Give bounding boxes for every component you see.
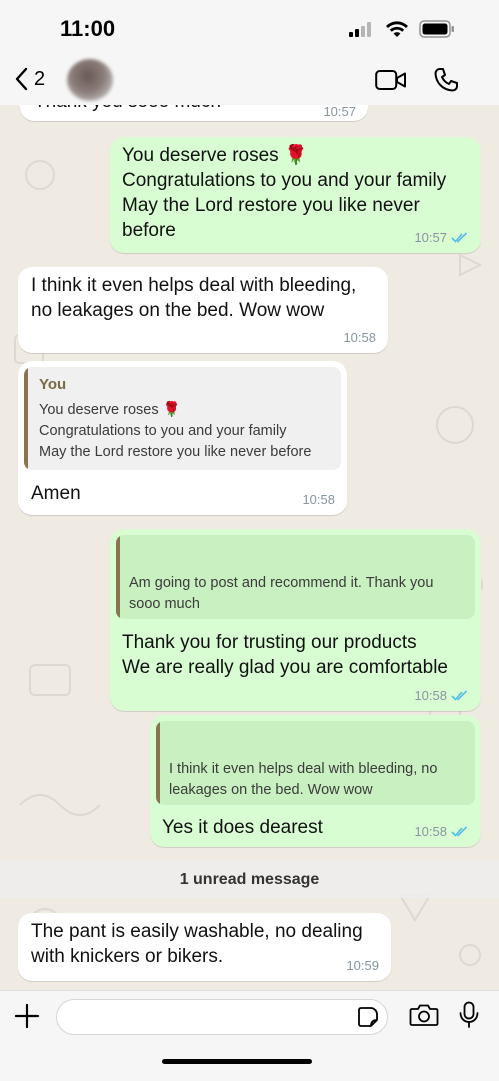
message-text: You deserve roses 🌹 Congratulations to y… (122, 145, 447, 241)
message-input[interactable] (56, 999, 388, 1035)
quote-text: You deserve roses 🌹 Congratulations to y… (39, 402, 312, 460)
signal-icon (349, 22, 371, 37)
message-time: 10:57 (414, 230, 447, 245)
message-meta: 10:58 (343, 330, 376, 345)
message-bubble-incoming[interactable]: The pant is easily washable, no dealing … (18, 913, 391, 981)
message-composer (0, 990, 499, 1081)
home-indicator (162, 1059, 312, 1064)
sticker-icon[interactable] (357, 1006, 379, 1028)
unread-divider-label: 1 unread message (179, 871, 320, 888)
wifi-icon (386, 21, 408, 37)
battery-icon (419, 20, 454, 38)
message-time: 10:58 (302, 492, 335, 507)
chevron-left-icon (15, 67, 28, 91)
message-meta: 10:59 (346, 958, 379, 973)
unread-chats-count: 2 (34, 67, 46, 90)
quote-text: I think it even helps deal with bleeding… (169, 761, 438, 798)
microphone-icon[interactable] (458, 1001, 480, 1029)
quote-bar (116, 535, 120, 619)
back-button[interactable]: 2 (14, 67, 45, 91)
camera-icon[interactable] (409, 1003, 439, 1027)
message-bubble-outgoing-reply[interactable]: I think it even helps deal with bleeding… (150, 715, 481, 847)
message-time: 10:59 (346, 958, 379, 973)
read-ticks-icon (451, 690, 468, 701)
status-bar: 11:00 (0, 0, 499, 55)
quote-bar (24, 367, 28, 470)
quote-author: You (39, 376, 67, 393)
read-ticks-icon (451, 826, 468, 837)
phone-icon[interactable] (433, 67, 459, 93)
message-meta: 10:58 (414, 688, 469, 703)
contact-avatar[interactable] (67, 59, 113, 101)
message-list[interactable]: Thank you sooo much 10:57 You deserve ro… (0, 105, 499, 990)
video-call-icon[interactable] (375, 69, 407, 91)
message-bubble-incoming[interactable]: I think it even helps deal with bleeding… (18, 267, 388, 353)
message-text: Yes it does dearest (162, 817, 323, 838)
quoted-message[interactable]: I think it even helps deal with bleeding… (156, 721, 475, 805)
message-meta: 10:57 (323, 105, 356, 119)
quoted-message[interactable]: You You deserve roses 🌹 Congratulations … (24, 367, 341, 470)
message-bubble-incoming[interactable]: Thank you sooo much 10:57 (20, 105, 368, 121)
message-time: 10:58 (414, 824, 447, 839)
message-time: 10:57 (323, 105, 356, 119)
message-time: 10:58 (414, 688, 447, 703)
quote-bar (156, 721, 160, 805)
read-ticks-icon (451, 232, 468, 243)
message-text: I think it even helps deal with bleeding… (31, 275, 357, 321)
message-meta: 10:57 (414, 230, 469, 245)
chat-header: 2 (0, 55, 499, 105)
plus-icon[interactable] (14, 1003, 40, 1029)
quote-text: Am going to post and recommend it. Thank… (129, 575, 434, 612)
quoted-message[interactable]: Am going to post and recommend it. Thank… (116, 535, 475, 619)
message-text: Thank you sooo much (34, 105, 221, 114)
message-text: Amen (31, 483, 81, 504)
message-meta: 10:58 (414, 824, 469, 839)
message-text: The pant is easily washable, no dealing … (31, 921, 363, 967)
status-icons (349, 20, 455, 38)
message-bubble-outgoing[interactable]: You deserve roses 🌹 Congratulations to y… (110, 137, 481, 253)
message-time: 10:58 (343, 330, 376, 345)
message-bubble-incoming-reply[interactable]: You You deserve roses 🌹 Congratulations … (18, 361, 347, 515)
message-bubble-outgoing-reply[interactable]: Am going to post and recommend it. Thank… (110, 529, 481, 711)
message-text: Thank you for trusting our products We a… (122, 632, 448, 678)
message-meta: 10:58 (302, 492, 335, 507)
status-time: 11:00 (60, 16, 116, 41)
